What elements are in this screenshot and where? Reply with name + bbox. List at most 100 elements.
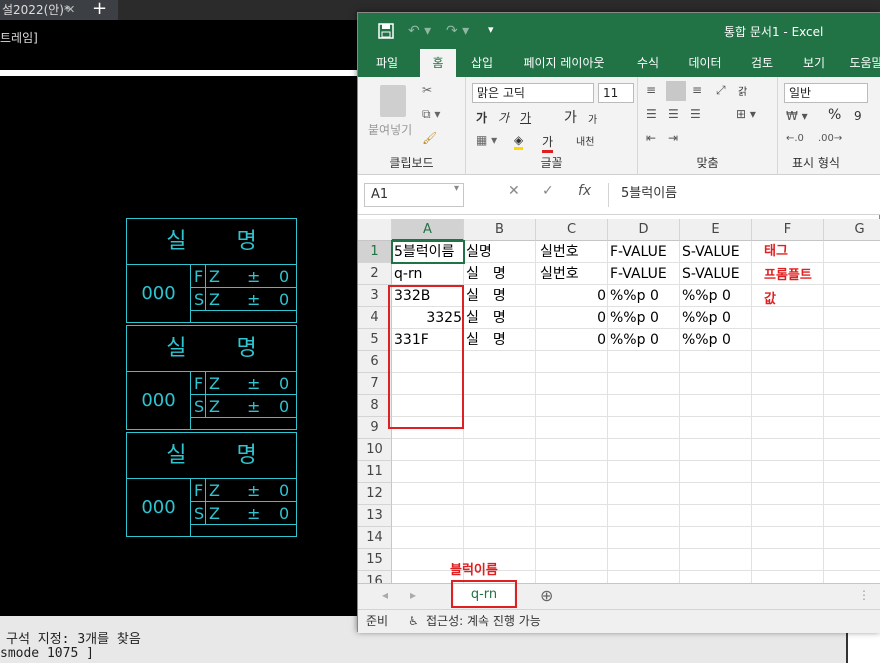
- column-header-b[interactable]: B: [464, 219, 536, 241]
- enter-icon[interactable]: ✓: [542, 183, 554, 199]
- shrink-font-button[interactable]: 가: [588, 111, 597, 126]
- comma-button[interactable]: 9: [854, 109, 862, 123]
- cell-b4[interactable]: 실 명: [464, 307, 536, 329]
- paste-icon[interactable]: [380, 85, 406, 117]
- cell-e4[interactable]: %%p 0: [680, 307, 752, 329]
- cell-f3[interactable]: 값: [762, 289, 824, 311]
- align-left-icon[interactable]: ☰: [646, 107, 657, 121]
- cell-e1[interactable]: S-VALUE: [680, 241, 752, 263]
- cell-a3[interactable]: 332B: [392, 285, 464, 307]
- decrease-indent-icon[interactable]: ⇤: [646, 131, 656, 145]
- tab-insert[interactable]: 삽입: [462, 49, 502, 77]
- align-bottom-icon[interactable]: ≡: [692, 83, 702, 97]
- column-header-g[interactable]: G: [824, 219, 880, 241]
- cell-a1[interactable]: 5블럭이름: [392, 241, 464, 263]
- cell-d2[interactable]: F-VALUE: [608, 263, 680, 285]
- cell-a4[interactable]: 3325: [392, 307, 464, 329]
- add-sheet-icon[interactable]: ⊕: [540, 586, 553, 605]
- align-center-icon[interactable]: ☰: [668, 107, 679, 121]
- font-name-select[interactable]: 맑은 고딕: [472, 83, 594, 103]
- paste-button[interactable]: 붙여넣기: [368, 121, 412, 138]
- row-header[interactable]: 13: [358, 505, 392, 527]
- decrease-decimal-icon[interactable]: .00→: [818, 133, 842, 144]
- column-header-a[interactable]: A: [392, 219, 464, 241]
- border-icon[interactable]: ▦ ▾: [476, 133, 497, 147]
- add-tab-icon[interactable]: +: [92, 0, 107, 18]
- close-icon[interactable]: ✕: [66, 0, 75, 20]
- tab-view[interactable]: 보기: [794, 49, 834, 77]
- cell-b5[interactable]: 실 명: [464, 329, 536, 351]
- room-name-block[interactable]: 실명 000 F Z ± 0 S Z ± 0: [126, 325, 297, 430]
- row-header[interactable]: 16: [358, 571, 392, 583]
- column-header-f[interactable]: F: [752, 219, 824, 241]
- cell-f1[interactable]: 태그: [762, 241, 824, 263]
- row-header[interactable]: 7: [358, 373, 392, 395]
- cad-viewport-menu[interactable]: 트레임]: [0, 29, 38, 46]
- cut-icon[interactable]: ✂: [422, 83, 432, 97]
- column-header-e[interactable]: E: [680, 219, 752, 241]
- cell-c1[interactable]: 실번호: [536, 241, 608, 263]
- scroll-right-icon[interactable]: ▸: [410, 588, 416, 602]
- row-header[interactable]: 15: [358, 549, 392, 571]
- tab-review[interactable]: 검토: [742, 49, 782, 77]
- cell-c5[interactable]: 0: [536, 329, 608, 351]
- font-size-select[interactable]: 11: [598, 83, 634, 103]
- cell-d5[interactable]: %%p 0: [608, 329, 680, 351]
- cell-d4[interactable]: %%p 0: [608, 307, 680, 329]
- scroll-left-icon[interactable]: ◂: [382, 588, 388, 602]
- percent-button[interactable]: %: [828, 107, 841, 123]
- cell-c3[interactable]: 0: [536, 285, 608, 307]
- currency-icon[interactable]: ₩ ▾: [786, 109, 808, 123]
- orientation-icon[interactable]: ⤢: [716, 83, 726, 98]
- bold-button[interactable]: 가: [476, 109, 487, 126]
- number-format-select[interactable]: 일반: [784, 83, 868, 103]
- phonetic-button[interactable]: 내천: [576, 133, 594, 148]
- tab-home[interactable]: 홈: [420, 49, 456, 77]
- font-color-button[interactable]: 가: [542, 133, 554, 153]
- cell-e5[interactable]: %%p 0: [680, 329, 752, 351]
- undo-icon[interactable]: ↶ ▾: [408, 23, 431, 39]
- increase-indent-icon[interactable]: ⇥: [668, 131, 678, 145]
- cell-e3[interactable]: %%p 0: [680, 285, 752, 307]
- fill-color-icon[interactable]: ◈: [514, 133, 524, 150]
- tab-page-layout[interactable]: 페이지 레이아웃: [514, 49, 614, 77]
- cell-c4[interactable]: 0: [536, 307, 608, 329]
- cancel-icon[interactable]: ✕: [508, 183, 520, 199]
- row-header[interactable]: 10: [358, 439, 392, 461]
- formula-input[interactable]: 5블럭이름: [608, 183, 880, 207]
- merge-center-icon[interactable]: ⊞ ▾: [736, 107, 756, 121]
- align-middle-icon[interactable]: [666, 81, 686, 101]
- row-header[interactable]: 11: [358, 461, 392, 483]
- tab-file[interactable]: 파일: [368, 49, 406, 77]
- row-header[interactable]: 5: [358, 329, 392, 351]
- row-header[interactable]: 1: [358, 241, 392, 263]
- cad-model-space[interactable]: 실명 000 F Z ± 0 S Z ± 0 실명 000 F Z ± 0 S …: [0, 76, 358, 616]
- row-header[interactable]: 12: [358, 483, 392, 505]
- customize-qat-icon[interactable]: ▾: [488, 23, 494, 36]
- cell-b3[interactable]: 실 명: [464, 285, 536, 307]
- underline-button[interactable]: 가: [520, 109, 531, 126]
- tab-help[interactable]: 도움말: [846, 49, 880, 77]
- cell-e2[interactable]: S-VALUE: [680, 263, 752, 285]
- cell-b2[interactable]: 실 명: [464, 263, 536, 285]
- cell-a5[interactable]: 331F: [392, 329, 464, 351]
- row-header[interactable]: 6: [358, 351, 392, 373]
- row-header[interactable]: 3: [358, 285, 392, 307]
- insert-function-icon[interactable]: fx: [578, 183, 591, 199]
- tab-split-handle[interactable]: ⋮: [858, 588, 870, 602]
- tab-formulas[interactable]: 수식: [628, 49, 668, 77]
- cell-d1[interactable]: F-VALUE: [608, 241, 680, 263]
- align-top-icon[interactable]: ≡: [646, 83, 656, 97]
- save-icon[interactable]: [378, 23, 394, 43]
- cell-f2[interactable]: 프롬플트: [762, 265, 824, 287]
- increase-decimal-icon[interactable]: ←.0: [786, 133, 804, 144]
- wrap-text-button[interactable]: 갉: [738, 83, 747, 98]
- redo-icon[interactable]: ↷ ▾: [446, 23, 469, 39]
- cell-a2[interactable]: q-rn: [392, 263, 464, 285]
- row-header[interactable]: 8: [358, 395, 392, 417]
- tab-data[interactable]: 데이터: [680, 49, 730, 77]
- cell-c2[interactable]: 실번호: [536, 263, 608, 285]
- accessibility-icon[interactable]: ♿: [408, 610, 419, 632]
- copy-icon[interactable]: ⧉ ▾: [422, 107, 440, 122]
- row-header[interactable]: 4: [358, 307, 392, 329]
